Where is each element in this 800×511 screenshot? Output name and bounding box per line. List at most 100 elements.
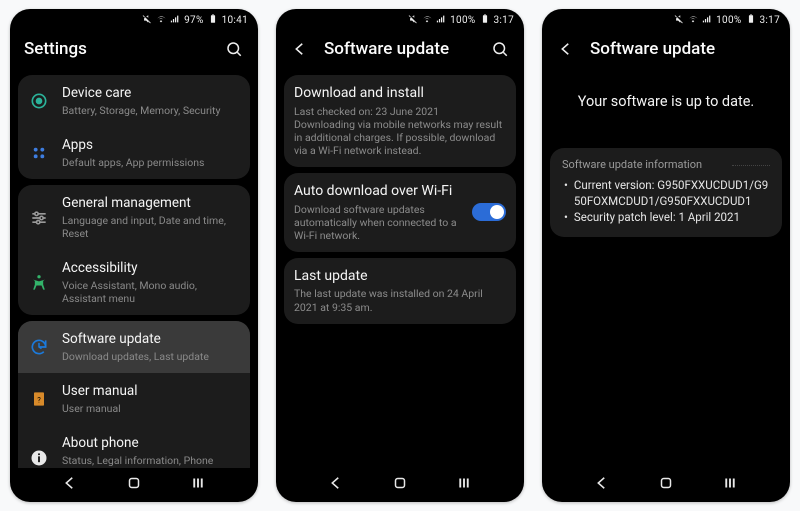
accessibility-icon	[28, 273, 50, 293]
device-care-icon	[28, 91, 50, 111]
clock-text: 10:41	[222, 15, 248, 26]
screen-header: Software update	[276, 29, 524, 69]
update-info-list: Current version: G950FXXUCDUD1/G950FOXMC…	[562, 177, 770, 225]
wifi-icon	[688, 14, 698, 27]
settings-group: Device care Battery, Storage, Memory, Sec…	[18, 75, 250, 179]
sliders-icon	[28, 208, 50, 228]
settings-row-device-care[interactable]: Device care Battery, Storage, Memory, Sec…	[18, 75, 250, 127]
row-subtext: Last checked on: 23 June 2021 Downloadin…	[294, 105, 506, 158]
row-label: Accessibility	[62, 260, 240, 277]
phone-up-to-date: 100% 3:17 Software update Your software …	[542, 9, 790, 502]
row-label: About phone	[62, 435, 240, 452]
update-item: Last updateThe last update was installed…	[284, 258, 516, 324]
battery-icon	[480, 14, 490, 27]
manual-icon: ?	[28, 389, 50, 409]
battery-icon	[746, 14, 756, 27]
row-label: Apps	[62, 137, 240, 154]
row-label: General management	[62, 195, 240, 212]
update-item: Auto download over Wi-Fi Download softwar…	[284, 173, 516, 252]
row-label: User manual	[62, 383, 240, 400]
row-subtext: User manual	[62, 402, 240, 415]
row-label: Software update	[62, 331, 240, 348]
settings-row-apps[interactable]: Apps Default apps, App permissions	[18, 127, 250, 179]
status-bar: 100% 3:17	[276, 9, 524, 29]
nav-bar	[542, 468, 790, 502]
settings-row-user-manual[interactable]: ? User manual User manual	[18, 373, 250, 425]
update-item: Download and install Last checked on: 23 …	[284, 75, 516, 167]
mute-icon	[142, 14, 152, 27]
nav-recents[interactable]	[719, 472, 741, 494]
signal-icon	[436, 14, 446, 27]
battery-text: 100%	[716, 15, 741, 26]
signal-icon	[702, 14, 712, 27]
update-row-last-update[interactable]: Last updateThe last update was installed…	[284, 258, 516, 324]
nav-back[interactable]	[591, 472, 613, 494]
nav-home[interactable]	[389, 472, 411, 494]
wifi-auto-toggle[interactable]	[472, 203, 506, 221]
row-label: Last update	[294, 268, 506, 286]
update-list: Download and install Last checked on: 23 …	[276, 69, 524, 468]
phone-software-update: 100% 3:17 Software update Download and i…	[276, 9, 524, 502]
settings-list: Device care Battery, Storage, Memory, Sec…	[10, 69, 258, 468]
row-subtext: Voice Assistant, Mono audio, Assistant m…	[62, 279, 240, 305]
nav-home[interactable]	[655, 472, 677, 494]
status-bar: 100% 3:17	[542, 9, 790, 29]
update-info-card: Software update information Current vers…	[550, 148, 782, 237]
nav-recents[interactable]	[453, 472, 475, 494]
clock-text: 3:17	[760, 15, 780, 26]
nav-home[interactable]	[123, 472, 145, 494]
page-title: Software update	[590, 39, 776, 59]
uptodate-content: Your software is up to date. Software up…	[542, 69, 790, 468]
update-row-auto-download-over-wi-fi[interactable]: Auto download over Wi-Fi Download softwar…	[284, 173, 516, 252]
row-label: Device care	[62, 85, 240, 102]
nav-bar	[10, 468, 258, 502]
row-subtext: Battery, Storage, Memory, Security	[62, 104, 240, 117]
back-button[interactable]	[290, 39, 310, 59]
settings-row-software-update[interactable]: Software update Download updates, Last up…	[18, 321, 250, 373]
row-label: Download and install	[294, 85, 506, 103]
row-subtext: The last update was installed on 24 Apri…	[294, 287, 506, 313]
info-icon	[28, 448, 50, 468]
row-label: Auto download over Wi-Fi	[294, 183, 460, 201]
uptodate-message: Your software is up to date.	[550, 69, 782, 140]
nav-recents[interactable]	[187, 472, 209, 494]
mute-icon	[674, 14, 684, 27]
phone-settings: 97% 10:41 Settings Device care Battery, S…	[10, 9, 258, 502]
settings-row-about-phone[interactable]: About phone Status, Legal information, Ph…	[18, 425, 250, 468]
page-title: Settings	[24, 39, 210, 59]
row-subtext: Status, Legal information, Phone name	[62, 454, 240, 468]
search-button[interactable]	[224, 39, 244, 59]
clock-text: 3:17	[494, 15, 514, 26]
screen-header: Settings	[10, 29, 258, 69]
battery-text: 97%	[184, 15, 203, 26]
status-bar: 97% 10:41	[10, 9, 258, 29]
wifi-icon	[156, 14, 166, 27]
nav-back[interactable]	[325, 472, 347, 494]
back-button[interactable]	[556, 39, 576, 59]
info-line: Security patch level: 1 April 2021	[564, 209, 770, 225]
row-subtext: Default apps, App permissions	[62, 156, 240, 169]
settings-group: General management Language and input, Da…	[18, 185, 250, 315]
info-line: Current version: G950FXXUCDUD1/G950FOXMC…	[564, 177, 770, 209]
nav-bar	[276, 468, 524, 502]
wifi-icon	[422, 14, 432, 27]
settings-row-accessibility[interactable]: Accessibility Voice Assistant, Mono audio…	[18, 250, 250, 315]
update-info-heading: Software update information	[562, 158, 770, 171]
nav-back[interactable]	[59, 472, 81, 494]
search-button[interactable]	[490, 39, 510, 59]
battery-icon	[208, 14, 218, 27]
settings-group: Software update Download updates, Last up…	[18, 321, 250, 468]
update-icon	[28, 337, 50, 357]
page-title: Software update	[324, 39, 476, 59]
row-subtext: Download updates, Last update	[62, 350, 240, 363]
signal-icon	[170, 14, 180, 27]
row-subtext: Download software updates automatically …	[294, 203, 460, 242]
svg-text:?: ?	[37, 396, 41, 405]
update-row-download-and-install[interactable]: Download and install Last checked on: 23 …	[284, 75, 516, 167]
apps-icon	[28, 143, 50, 163]
mute-icon	[408, 14, 418, 27]
row-subtext: Language and input, Date and time, Reset	[62, 214, 240, 240]
settings-row-general-management[interactable]: General management Language and input, Da…	[18, 185, 250, 250]
screen-header: Software update	[542, 29, 790, 69]
battery-text: 100%	[450, 15, 475, 26]
